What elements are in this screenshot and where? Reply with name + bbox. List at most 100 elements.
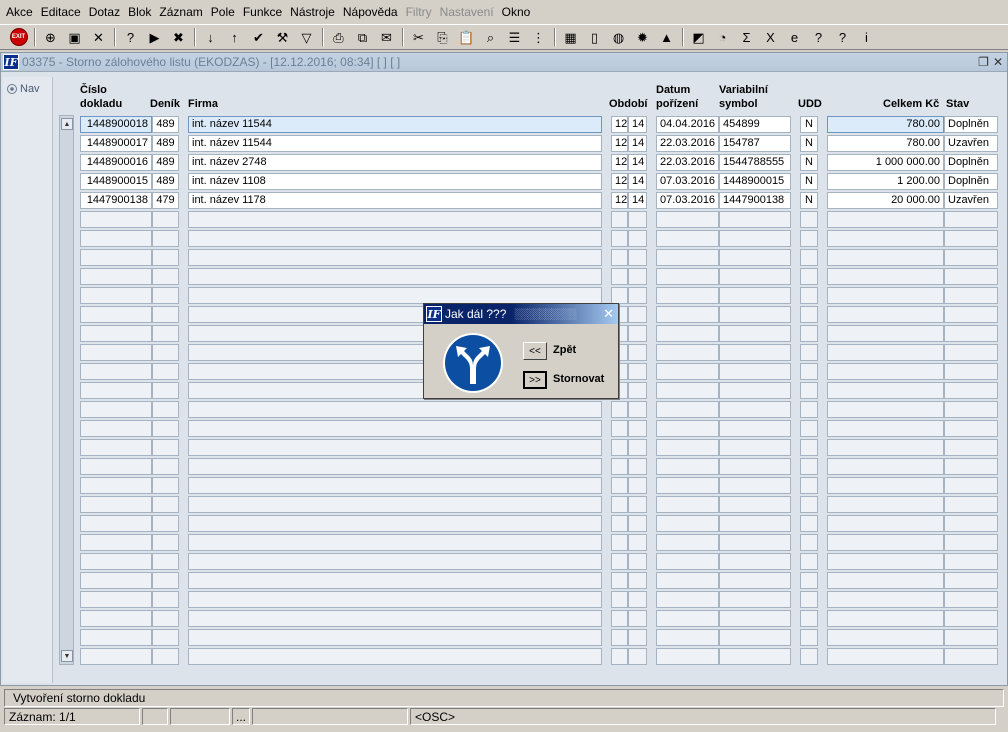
cell-total[interactable]: 20 000.00: [827, 192, 944, 209]
empty-cell[interactable]: [719, 211, 791, 228]
cell-journal[interactable]: 489: [152, 116, 179, 133]
empty-cell[interactable]: [719, 363, 791, 380]
menu-nastaveni[interactable]: Nastavení: [440, 5, 498, 19]
empty-cell[interactable]: [656, 230, 719, 247]
empty-cell[interactable]: [152, 211, 179, 228]
empty-cell[interactable]: [656, 496, 719, 513]
empty-cell[interactable]: [827, 363, 944, 380]
empty-cell[interactable]: [827, 344, 944, 361]
insert-record-button[interactable]: ⊕: [40, 27, 61, 48]
empty-cell[interactable]: [611, 591, 628, 608]
cell-doc[interactable]: 1448900015: [80, 173, 152, 190]
empty-cell[interactable]: [80, 629, 152, 646]
empty-cell[interactable]: [656, 211, 719, 228]
empty-cell[interactable]: [656, 534, 719, 551]
empty-cell[interactable]: [827, 534, 944, 551]
empty-cell[interactable]: [152, 477, 179, 494]
empty-cell[interactable]: [152, 230, 179, 247]
empty-cell[interactable]: [611, 534, 628, 551]
empty-cell[interactable]: [719, 534, 791, 551]
empty-cell[interactable]: [152, 458, 179, 475]
empty-cell[interactable]: [628, 591, 647, 608]
cell-p1[interactable]: 12: [611, 135, 628, 152]
menu-okno[interactable]: Okno: [502, 5, 535, 19]
empty-cell[interactable]: [719, 382, 791, 399]
empty-cell[interactable]: [944, 401, 998, 418]
empty-cell[interactable]: [800, 629, 818, 646]
cell-doc[interactable]: 1447900138: [80, 192, 152, 209]
cell-p2[interactable]: 14: [628, 154, 647, 171]
empty-cell[interactable]: [719, 572, 791, 589]
sort-desc-button[interactable]: ↑: [224, 27, 245, 48]
cell-p1[interactable]: 12: [611, 192, 628, 209]
empty-cell[interactable]: [188, 629, 602, 646]
tree-button[interactable]: ⋮: [528, 27, 549, 48]
empty-cell[interactable]: [628, 249, 647, 266]
cell-journal[interactable]: 489: [152, 173, 179, 190]
cell-vs[interactable]: 1447900138: [719, 192, 791, 209]
empty-cell[interactable]: [80, 439, 152, 456]
empty-cell[interactable]: [827, 325, 944, 342]
empty-cell[interactable]: [188, 572, 602, 589]
empty-cell[interactable]: [152, 268, 179, 285]
empty-cell[interactable]: [80, 344, 152, 361]
empty-cell[interactable]: [656, 268, 719, 285]
empty-cell[interactable]: [944, 344, 998, 361]
cell-p1[interactable]: 12: [611, 173, 628, 190]
empty-cell[interactable]: [800, 363, 818, 380]
empty-cell[interactable]: [188, 420, 602, 437]
empty-cell[interactable]: [656, 572, 719, 589]
empty-cell[interactable]: [944, 534, 998, 551]
empty-cell[interactable]: [611, 401, 628, 418]
cell-vs[interactable]: 454899: [719, 116, 791, 133]
empty-cell[interactable]: [656, 458, 719, 475]
empty-cell[interactable]: [800, 458, 818, 475]
empty-cell[interactable]: [152, 610, 179, 627]
empty-cell[interactable]: [656, 553, 719, 570]
cancel-document-button[interactable]: >>: [523, 371, 547, 389]
records-scrollbar[interactable]: ▲ ▼: [59, 115, 74, 665]
empty-cell[interactable]: [628, 477, 647, 494]
empty-cell[interactable]: [944, 249, 998, 266]
empty-cell[interactable]: [656, 287, 719, 304]
empty-cell[interactable]: [827, 420, 944, 437]
menu-nastroje[interactable]: Nástroje: [290, 5, 339, 19]
empty-cell[interactable]: [80, 306, 152, 323]
empty-cell[interactable]: [656, 420, 719, 437]
empty-cell[interactable]: [152, 401, 179, 418]
empty-cell[interactable]: [944, 591, 998, 608]
empty-cell[interactable]: [719, 325, 791, 342]
empty-cell[interactable]: [719, 553, 791, 570]
settings-button[interactable]: ✹: [632, 27, 653, 48]
empty-cell[interactable]: [656, 382, 719, 399]
empty-cell[interactable]: [719, 439, 791, 456]
empty-cell[interactable]: [719, 230, 791, 247]
empty-cell[interactable]: [628, 458, 647, 475]
empty-cell[interactable]: [188, 230, 602, 247]
cell-vs[interactable]: 1544788555: [719, 154, 791, 171]
empty-cell[interactable]: [800, 287, 818, 304]
cell-state[interactable]: Doplněn: [944, 116, 998, 133]
cell-journal[interactable]: 479: [152, 192, 179, 209]
empty-cell[interactable]: [611, 211, 628, 228]
empty-cell[interactable]: [827, 572, 944, 589]
empty-cell[interactable]: [80, 648, 152, 665]
cell-total[interactable]: 780.00: [827, 135, 944, 152]
cell-udd[interactable]: N: [800, 116, 818, 133]
cell-total[interactable]: 1 200.00: [827, 173, 944, 190]
empty-cell[interactable]: [944, 515, 998, 532]
cell-state[interactable]: Uzavřen: [944, 135, 998, 152]
mail-button[interactable]: ✉: [376, 27, 397, 48]
help-button[interactable]: ?: [832, 27, 853, 48]
empty-cell[interactable]: [628, 268, 647, 285]
scroll-down-icon[interactable]: ▼: [61, 650, 73, 662]
empty-cell[interactable]: [800, 515, 818, 532]
empty-cell[interactable]: [827, 401, 944, 418]
empty-cell[interactable]: [628, 230, 647, 247]
empty-cell[interactable]: [944, 268, 998, 285]
cell-firm[interactable]: int. název 1178: [188, 192, 602, 209]
empty-cell[interactable]: [80, 610, 152, 627]
empty-cell[interactable]: [152, 496, 179, 513]
empty-cell[interactable]: [188, 401, 602, 418]
cell-firm[interactable]: int. název 11544: [188, 116, 602, 133]
